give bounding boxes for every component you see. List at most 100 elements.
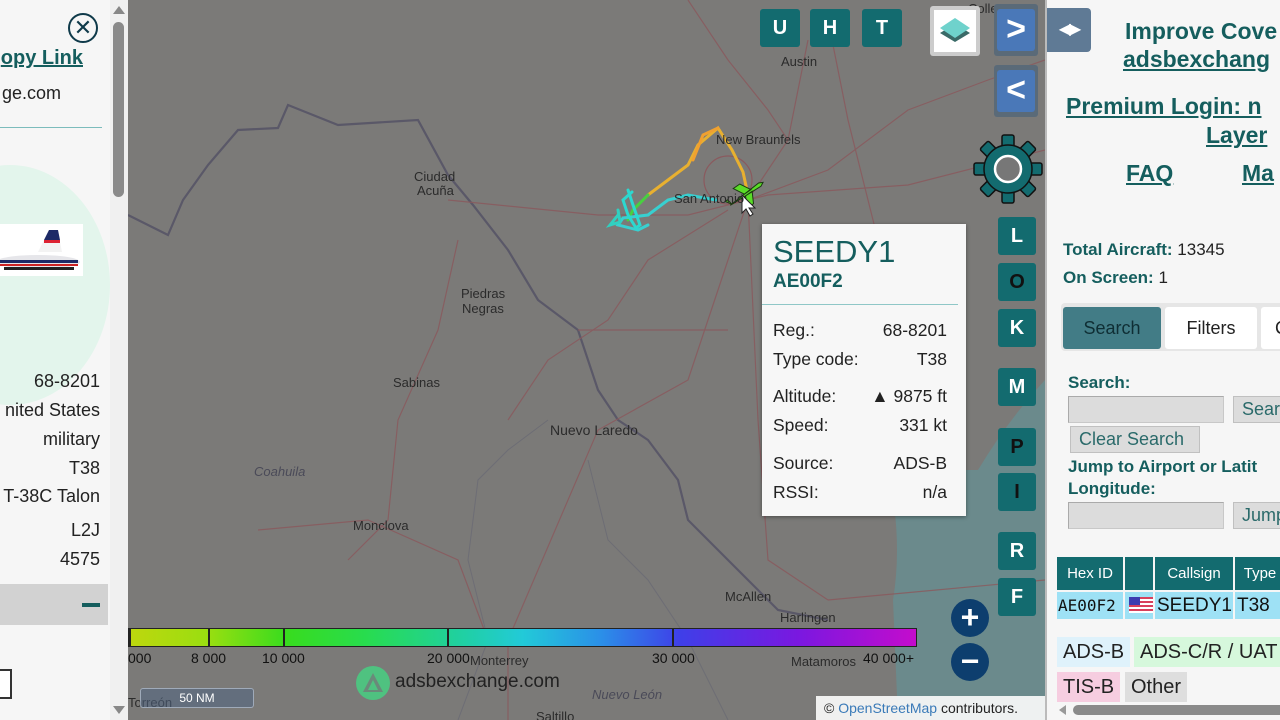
total-aircraft-label: Total Aircraft:: [1063, 240, 1173, 259]
openstreetmap-link[interactable]: OpenStreetMap: [838, 700, 937, 716]
jump-input[interactable]: [1068, 502, 1224, 529]
map-label-mcallen: McAllen: [725, 589, 772, 604]
detail-category: military: [43, 429, 100, 449]
legend-label: 10 000: [262, 650, 305, 666]
map-label-sabinas: Sabinas: [393, 375, 440, 390]
toggle-i-button[interactable]: I: [998, 473, 1036, 511]
popup-value: ADS-B: [893, 453, 947, 473]
popup-label: Source:: [773, 453, 834, 473]
layers-button[interactable]: [930, 6, 980, 56]
popup-value: 331 kt: [899, 415, 947, 435]
toggle-p-button[interactable]: P: [998, 428, 1036, 466]
clear-search-button[interactable]: Clear Search: [1070, 426, 1200, 453]
aircraft-popup[interactable]: SEEDY1 AE00F2 Reg.: 68-8201 Type code: T38…: [762, 224, 966, 516]
toggle-u-button[interactable]: U: [760, 9, 800, 47]
map-label-monclova: Monclova: [353, 518, 409, 533]
toggle-sidebar-button[interactable]: ◀▶: [1047, 8, 1091, 52]
toggle-t-button[interactable]: T: [862, 9, 902, 47]
search-input[interactable]: [1068, 396, 1224, 423]
jump-button[interactable]: Jump: [1233, 502, 1280, 529]
map-label-san-antonio: San Antonio: [674, 191, 745, 206]
column-header-flag[interactable]: [1125, 557, 1153, 590]
attribution-suffix: contributors.: [937, 700, 1018, 716]
popup-label: Altitude:: [773, 386, 837, 406]
map-label-negras: Negras: [462, 301, 504, 316]
scroll-up-icon[interactable]: [113, 6, 125, 14]
tab-filters[interactable]: Filters: [1165, 307, 1257, 349]
aircraft-photo[interactable]: [0, 224, 83, 276]
map-view[interactable]: Austin New Braunfels San Antonio Ciudad …: [128, 0, 1045, 720]
toggle-l-button[interactable]: L: [998, 217, 1036, 255]
tab-search[interactable]: Search: [1063, 307, 1161, 349]
next-aircraft-button[interactable]: >: [994, 4, 1038, 56]
legend-label: 20 000: [427, 650, 470, 666]
column-header-type[interactable]: Type: [1235, 557, 1280, 590]
detail-registration: 68-8201: [33, 371, 100, 391]
map-link[interactable]: Ma: [1242, 160, 1274, 187]
detail-type-name: T-38C Talon: [3, 486, 100, 506]
altitude-color-legend: [128, 628, 917, 647]
table-cell-callsign[interactable]: SEEDY1: [1155, 592, 1233, 619]
horizontal-scrollbar[interactable]: [1059, 704, 1280, 716]
aircraft-details-panel: ✕ opy Link ge.com 68-8201 nited States m…: [0, 0, 128, 720]
share-domain: ge.com: [1, 83, 61, 103]
table-cell-flag[interactable]: [1125, 592, 1153, 619]
legend-label: 8 000: [191, 650, 227, 666]
table-cell-hex[interactable]: AE00F2: [1057, 592, 1123, 619]
search-button[interactable]: Sear: [1233, 396, 1280, 423]
scroll-down-icon[interactable]: [113, 706, 125, 714]
total-aircraft: Total Aircraft: 13345: [1063, 240, 1225, 260]
zoom-out-button[interactable]: −: [951, 643, 989, 681]
scrollbar-thumb[interactable]: [113, 22, 124, 197]
checkbox[interactable]: [0, 669, 12, 699]
column-header-hex-id[interactable]: Hex ID: [1057, 557, 1123, 590]
popup-value: n/a: [922, 482, 947, 502]
toggle-k-button[interactable]: K: [998, 309, 1036, 347]
map-label-ciudad: Ciudad: [414, 169, 456, 184]
toggle-f-button[interactable]: F: [998, 578, 1036, 616]
jump-label: Jump to Airport or Latit: [1068, 457, 1258, 476]
column-header-callsign[interactable]: Callsign: [1155, 557, 1233, 590]
legend-tick: [208, 629, 210, 646]
premium-login-link[interactable]: Premium Login: n: [1066, 93, 1262, 120]
chevron-left-icon: <: [997, 70, 1035, 112]
toggle-h-button[interactable]: H: [810, 9, 850, 47]
faq-link[interactable]: FAQ: [1126, 160, 1173, 187]
legend-tick: [129, 629, 131, 646]
section-collapse-bar[interactable]: [0, 584, 108, 625]
divider: [762, 304, 958, 305]
scale-bar: 50 NM: [140, 688, 254, 708]
map-attribution: © OpenStreetMap contributors.: [816, 696, 1045, 720]
legend-ads-b: ADS-B: [1057, 637, 1131, 667]
toggle-o-button[interactable]: O: [998, 263, 1036, 301]
improve-coverage-heading: Improve Cove: [1125, 18, 1278, 44]
background-decoration: [0, 165, 110, 405]
map-label-nuevo-laredo: Nuevo Laredo: [550, 422, 638, 438]
popup-label: Type code:: [773, 349, 859, 369]
popup-value: 68-8201: [882, 320, 947, 340]
settings-gear-icon[interactable]: [972, 133, 1044, 205]
adsbexchange-link[interactable]: adsbexchang: [1123, 46, 1270, 73]
legend-tick: [447, 629, 449, 646]
popup-hex-id: AE00F2: [773, 271, 843, 292]
chevron-right-icon: >: [997, 9, 1035, 51]
map-label-austin: Austin: [781, 54, 818, 69]
close-icon[interactable]: ✕: [68, 13, 98, 43]
table-cell-type[interactable]: T38: [1235, 592, 1280, 619]
popup-callsign: SEEDY1: [773, 234, 896, 269]
jump-label-longitude: Longitude:: [1068, 479, 1156, 498]
toggle-m-button[interactable]: M: [998, 368, 1036, 406]
panel-tabs: Search Filters C: [1061, 303, 1280, 351]
scrollbar-thumb[interactable]: [1073, 705, 1280, 715]
detail-country: nited States: [4, 400, 100, 420]
left-panel-scrollbar[interactable]: [110, 0, 128, 720]
tab-other[interactable]: C: [1261, 307, 1280, 349]
minus-icon: [82, 603, 100, 607]
scroll-left-icon[interactable]: [1059, 705, 1066, 715]
toggle-r-button[interactable]: R: [998, 532, 1036, 570]
zoom-in-button[interactable]: +: [951, 599, 989, 637]
popup-value: ▲ 9875 ft: [871, 386, 947, 406]
prev-aircraft-button[interactable]: <: [994, 65, 1038, 117]
copy-link[interactable]: opy Link: [1, 47, 83, 70]
premium-layer-link[interactable]: Layer: [1206, 122, 1267, 149]
